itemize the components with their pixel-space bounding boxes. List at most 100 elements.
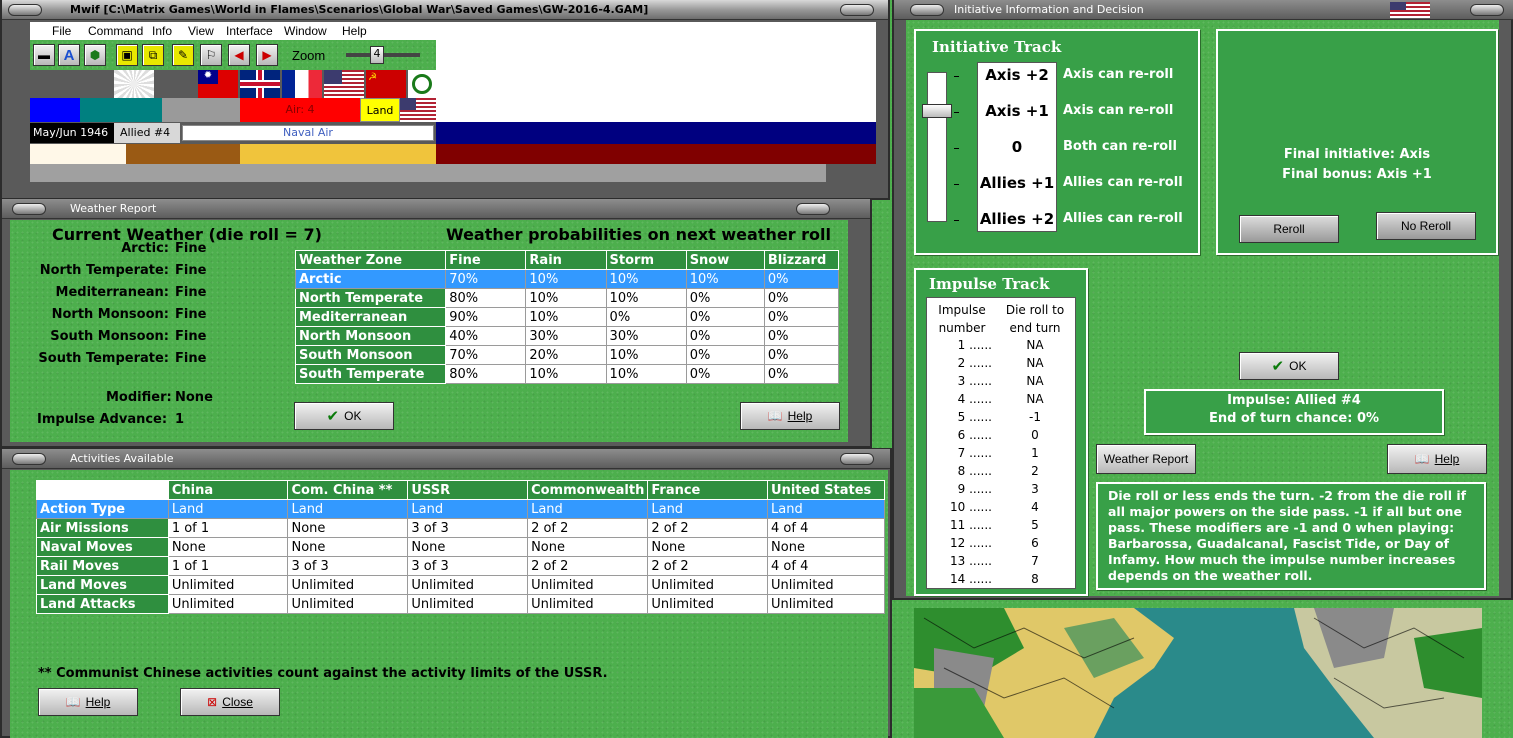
initiative-slider-thumb[interactable] bbox=[922, 104, 952, 118]
weather-titlebar[interactable]: Weather Report bbox=[2, 199, 870, 219]
initiative-slider-track[interactable] bbox=[927, 72, 947, 222]
table-cell: 4 of 4 bbox=[767, 518, 885, 538]
table-row[interactable]: Mediterranean 90% 10% 0% 0% 0% bbox=[294, 307, 840, 327]
table-row[interactable]: Air Missions 1 of 1 None 3 of 32 of 22 of 2… bbox=[36, 518, 885, 538]
initiative-help-button[interactable]: 📖 Help bbox=[1387, 444, 1487, 474]
arrow-left-button[interactable]: ◀ bbox=[228, 44, 250, 66]
row-header: North Temperate bbox=[294, 288, 447, 308]
impulse-advance-label: Impulse Advance: bbox=[37, 412, 168, 427]
france-flag[interactable] bbox=[282, 70, 322, 98]
impulse-number: 4 ...... bbox=[957, 392, 992, 406]
activities-titlebar[interactable]: Activities Available bbox=[2, 449, 890, 469]
table-cell: 10% bbox=[605, 345, 687, 365]
column-header: USSR bbox=[407, 480, 529, 500]
main-window-titlebar[interactable]: Mwif [C:\Matrix Games\World in Flames\Sc… bbox=[2, 0, 888, 20]
text-tool-button[interactable]: A bbox=[58, 44, 80, 66]
no-reroll-button[interactable]: No Reroll bbox=[1376, 212, 1476, 240]
check-icon: ✔ bbox=[1271, 358, 1285, 375]
menu-window[interactable]: Window bbox=[284, 24, 327, 38]
column-header: Commonwealth bbox=[527, 480, 649, 500]
china-flag[interactable]: ✹ bbox=[198, 70, 238, 98]
impulse-ok-button[interactable]: ✔ OK bbox=[1239, 352, 1339, 380]
reroll-button[interactable]: Reroll bbox=[1239, 215, 1339, 243]
pencil-tool-button[interactable]: ✎ bbox=[172, 44, 194, 66]
uk-flag[interactable] bbox=[240, 70, 280, 98]
activities-control-right[interactable] bbox=[840, 453, 874, 465]
weather-report-button[interactable]: Weather Report bbox=[1096, 444, 1196, 474]
menu-view[interactable]: View bbox=[188, 24, 214, 38]
impulse-die-roll: 0 bbox=[1031, 428, 1039, 442]
track-value: 0 bbox=[1011, 138, 1023, 156]
weather-help-button[interactable]: 📖 Help bbox=[740, 402, 840, 430]
table-cell: 0% bbox=[685, 288, 765, 308]
menu-interface[interactable]: Interface bbox=[226, 24, 273, 38]
usa-flag[interactable] bbox=[324, 70, 364, 98]
table-cell: Land bbox=[287, 499, 409, 519]
table-cell: 0% bbox=[685, 326, 765, 346]
weather-ok-button[interactable]: ✔ OK bbox=[294, 402, 394, 430]
column-header bbox=[36, 480, 169, 500]
naval-air-field[interactable]: Naval Air bbox=[182, 125, 434, 141]
table-cell: 10% bbox=[525, 288, 607, 308]
table-row[interactable]: Naval Moves None None None None None None bbox=[36, 537, 885, 557]
table-cell: 80% bbox=[445, 364, 527, 384]
menu-file[interactable]: File bbox=[52, 24, 71, 38]
table-cell: Land bbox=[407, 499, 529, 519]
strip-gold bbox=[240, 144, 436, 164]
track-tick bbox=[954, 220, 959, 221]
round-emblem[interactable] bbox=[408, 70, 436, 98]
table-cell: None bbox=[407, 537, 529, 557]
table-row[interactable]: South Monsoon 70% 20% 10% 0% 0% bbox=[294, 345, 840, 365]
table-row[interactable]: South Temperate 80% 10% 10% 0% 0% bbox=[294, 364, 840, 384]
table-cell: 10% bbox=[605, 364, 687, 384]
table-cell: 0% bbox=[685, 307, 765, 327]
window-control-right[interactable] bbox=[840, 4, 874, 16]
flag-tool-button[interactable]: ⚐ bbox=[200, 44, 222, 66]
track-value: Axis +1 bbox=[985, 102, 1049, 120]
table-cell: 30% bbox=[605, 326, 687, 346]
modifier-value: None bbox=[175, 390, 213, 405]
hex-tool-button[interactable]: ⬢ bbox=[84, 44, 106, 66]
menu-help[interactable]: Help bbox=[342, 24, 367, 38]
table-cell: 10% bbox=[525, 307, 607, 327]
initiative-control-left[interactable] bbox=[910, 4, 944, 16]
track-text: Axis can re-roll bbox=[1063, 103, 1174, 118]
activities-close-button[interactable]: ⊠ Close bbox=[180, 688, 280, 716]
stack-tool-button[interactable]: ⧉ bbox=[142, 44, 164, 66]
japan-flag[interactable] bbox=[114, 70, 154, 98]
weather-control-left[interactable] bbox=[12, 203, 46, 215]
initiative-control-right[interactable] bbox=[1470, 4, 1504, 16]
table-row[interactable]: Land Attacks Unlimited Unlimited Unlimited U… bbox=[36, 594, 885, 614]
impulse-die-roll: 1 bbox=[1031, 446, 1039, 460]
world-map[interactable] bbox=[914, 608, 1482, 738]
impulse-die-roll: NA bbox=[1026, 338, 1044, 352]
table-row[interactable]: Action Type Land Land Land Land Land Land bbox=[36, 499, 885, 519]
select-tool-button[interactable]: ▣ bbox=[116, 44, 138, 66]
table-row[interactable]: North Temperate 80% 10% 10% 0% 0% bbox=[294, 288, 840, 308]
activities-help-button[interactable]: 📖 Help bbox=[38, 688, 138, 716]
activities-control-left[interactable] bbox=[12, 453, 46, 465]
impulse-die-roll: NA bbox=[1026, 392, 1044, 406]
track-tick bbox=[954, 112, 959, 113]
arrow-right-button[interactable]: ▶ bbox=[256, 44, 278, 66]
weather-control-right[interactable] bbox=[796, 203, 830, 215]
column-header: France bbox=[647, 480, 769, 500]
menu-command[interactable]: Command bbox=[88, 24, 143, 38]
window-control-left[interactable] bbox=[8, 4, 42, 16]
table-cell: 3 of 3 bbox=[407, 556, 529, 576]
table-cell: Unlimited bbox=[647, 594, 769, 614]
track-text: Allies can re-roll bbox=[1063, 211, 1183, 226]
menu-info[interactable]: Info bbox=[152, 24, 172, 38]
impulse-number: 10 ...... bbox=[950, 500, 992, 514]
impulse-number: 1 ...... bbox=[957, 338, 992, 352]
table-row[interactable]: Arctic 70% 10% 10% 10% 0% bbox=[294, 269, 840, 289]
table-cell: 1 of 1 bbox=[167, 556, 289, 576]
main-window-title: Mwif [C:\Matrix Games\World in Flames\Sc… bbox=[70, 3, 649, 16]
table-row[interactable]: Rail Moves 1 of 13 of 33 of 32 of 22 of 2… bbox=[36, 556, 885, 576]
zoom-slider-thumb[interactable]: 4 bbox=[370, 46, 384, 64]
table-cell: 70% bbox=[445, 269, 527, 289]
table-row[interactable]: North Monsoon 40% 30% 30% 0% 0% bbox=[294, 326, 840, 346]
table-row[interactable]: Land Moves Unlimited Unlimited Unlimited Unl… bbox=[36, 575, 885, 595]
ussr-flag[interactable]: ☭ bbox=[366, 70, 406, 98]
tank-tool-button[interactable]: ▬ bbox=[33, 44, 55, 66]
